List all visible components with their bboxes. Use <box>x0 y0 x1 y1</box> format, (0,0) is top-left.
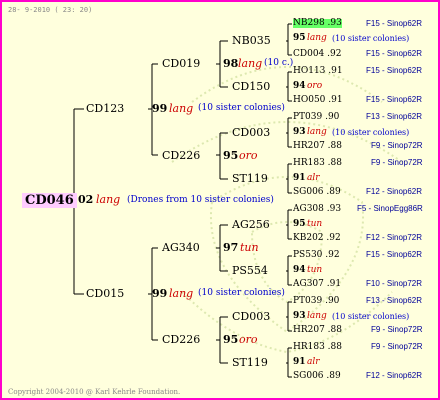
g4-line: oro <box>307 81 323 91</box>
g2-year: 97 <box>223 241 239 254</box>
g1-year: 99 <box>152 287 168 300</box>
g3-colony-id[interactable]: AG256 <box>232 219 270 230</box>
root-colony-id[interactable]: CD046 <box>22 193 77 208</box>
g4-location: F15 - Sinop62R <box>366 95 423 104</box>
g4-note: (10 sister colonies) <box>332 34 410 43</box>
g1-note: (10 sister colonies) <box>198 103 285 113</box>
g4-location: F13 - Sinop62R <box>366 296 423 305</box>
g3-colony-id[interactable]: NB035 <box>232 35 271 46</box>
g4-year: 95 <box>293 219 306 229</box>
g4-colony-id[interactable]: HR207 .88 <box>293 326 342 335</box>
g3-colony-id[interactable]: PS554 <box>232 265 268 276</box>
g1-line: lang <box>169 287 194 300</box>
g4-line: alr <box>307 357 320 367</box>
date-stamp: 28- 9-2010 ( 23: 20) <box>8 6 93 14</box>
g2-colony-id[interactable]: CD226 <box>162 334 200 345</box>
g4-year: 95 <box>293 33 306 43</box>
g4-colony-id[interactable]: HR183 .88 <box>293 343 342 352</box>
g2-line: oro <box>239 333 258 346</box>
g2-line: oro <box>239 149 258 162</box>
g4-colony-id[interactable]: CD004 .92 <box>293 50 341 59</box>
g4-line: lang <box>307 33 327 43</box>
g1-line: lang <box>169 102 194 115</box>
g2-year: 95 <box>223 333 239 346</box>
g4-year: 94 <box>293 265 306 275</box>
root-line: lang <box>96 193 121 206</box>
g3-colony-id[interactable]: CD003 <box>232 311 270 322</box>
g1-colony-id[interactable]: CD123 <box>86 103 124 114</box>
g4-location: F9 - Sinop72R <box>371 342 423 351</box>
g3-colony-id[interactable]: CD150 <box>232 81 270 92</box>
g4-year: 93 <box>293 127 306 137</box>
root-note: (Drones from 10 sister colonies) <box>127 195 274 205</box>
g4-location: F9 - Sinop72R <box>371 325 423 334</box>
g4-colony-id[interactable]: PS530 .92 <box>293 251 340 260</box>
g4-year: 94 <box>293 81 306 91</box>
g4-location: F15 - Sinop62R <box>366 66 423 75</box>
g4-colony-id[interactable]: KB202 .92 <box>293 234 341 243</box>
g2-line: lang <box>238 57 263 70</box>
g4-line: tun <box>307 265 323 275</box>
g4-colony-id[interactable]: SG006 .89 <box>293 372 341 381</box>
pedigree-frame: 28- 9-2010 ( 23: 20) CD046 02 lang (Dron… <box>0 0 440 400</box>
g4-colony-id[interactable]: HO050 .91 <box>293 96 343 105</box>
g2-year: 98 <box>223 57 239 70</box>
copyright-notice: Copyright 2004-2010 @ Karl Kehrle Founda… <box>8 388 181 396</box>
g4-location: F5 - SinopEgg86R <box>357 204 423 213</box>
g4-colony-id[interactable]: AG308 .93 <box>293 205 341 214</box>
g4-location: F15 - Sinop62R <box>366 49 423 58</box>
g4-note: (10 sister colonies) <box>332 312 410 321</box>
g4-colony-id[interactable]: PT039 .90 <box>293 113 339 122</box>
g4-line: alr <box>307 173 320 183</box>
g4-colony-id[interactable]: HR207 .88 <box>293 142 342 151</box>
g4-year: 91 <box>293 173 306 183</box>
g3-colony-id[interactable]: ST119 <box>232 357 268 368</box>
g2-line: tun <box>240 241 259 254</box>
g4-line: tun <box>307 219 323 229</box>
g4-location: F13 - Sinop62R <box>366 112 423 121</box>
g2-colony-id[interactable]: CD226 <box>162 150 200 161</box>
g4-location: F9 - Sinop72R <box>371 158 423 167</box>
g1-colony-id[interactable]: CD015 <box>86 288 124 299</box>
g4-line: lang <box>307 127 327 137</box>
g2-year: 95 <box>223 149 239 162</box>
g2-colony-id[interactable]: AG340 <box>162 242 200 253</box>
g2-colony-id[interactable]: CD019 <box>162 58 200 69</box>
g4-line: lang <box>307 311 327 321</box>
g4-colony-id[interactable]: SG006 .89 <box>293 188 341 197</box>
g4-year: 93 <box>293 311 306 321</box>
g4-location: F12 - Sinop72R <box>366 233 423 242</box>
g4-year: 91 <box>293 357 306 367</box>
g4-colony-id[interactable]: AG307 .91 <box>293 280 341 289</box>
g4-location: F15 - Sinop62R <box>366 19 423 28</box>
g4-colony-id[interactable]: HR183 .88 <box>293 159 342 168</box>
g1-year: 99 <box>152 102 168 115</box>
g4-note: (10 sister colonies) <box>332 128 410 137</box>
g4-colony-id[interactable]: PT039 .90 <box>293 297 339 306</box>
g4-location: F15 - Sinop62R <box>366 250 423 259</box>
g2-note: (10 c.) <box>264 58 294 68</box>
g4-location: F12 - Sinop62R <box>366 187 423 196</box>
g3-colony-id[interactable]: CD003 <box>232 127 270 138</box>
g4-colony-id[interactable]: NB298 .93 <box>293 19 342 28</box>
g4-location: F12 - Sinop62R <box>366 371 423 380</box>
g1-note: (10 sister colonies) <box>198 288 285 298</box>
g4-location: F10 - Sinop72R <box>366 279 423 288</box>
g3-colony-id[interactable]: ST119 <box>232 173 268 184</box>
g4-location: F9 - Sinop72R <box>371 141 423 150</box>
root-year: 02 <box>78 193 94 206</box>
g4-colony-id[interactable]: HO113 .91 <box>293 67 343 76</box>
